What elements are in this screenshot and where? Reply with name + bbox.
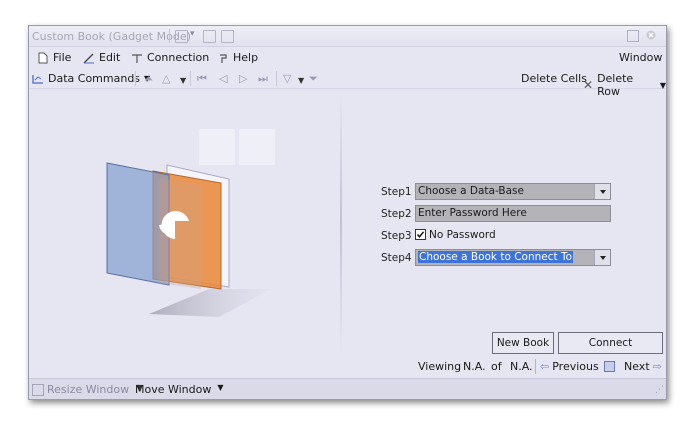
current-record: N.A. <box>463 360 486 373</box>
help-icon <box>220 53 227 63</box>
book-select[interactable]: Choose a Book to Connect To <box>415 249 611 266</box>
menu-window[interactable]: Window <box>619 51 662 64</box>
menu-file[interactable]: File <box>37 51 71 64</box>
book-illustration <box>106 162 271 317</box>
no-password-checkbox[interactable] <box>415 229 426 240</box>
chevron-down-icon: ▼ <box>659 80 666 90</box>
book-shadow <box>149 289 271 317</box>
toolbar-separator <box>276 71 277 86</box>
chevron-down-icon[interactable]: ▾ <box>190 29 195 39</box>
database-select-value: Choose a Data-Base <box>418 185 524 197</box>
maximize-icon[interactable] <box>627 30 639 42</box>
x-icon: ✕ <box>583 78 594 92</box>
arrow-right-icon: ⇨ <box>652 360 662 373</box>
next-button[interactable]: Next ⇨ <box>624 360 662 373</box>
database-select[interactable]: Choose a Data-Base <box>415 183 611 200</box>
copy-icon[interactable] <box>221 30 234 43</box>
pane-divider <box>340 89 342 355</box>
resize-window-button[interactable]: Resize Window ▼ <box>32 383 142 396</box>
skip-start-icon[interactable]: ⏮ <box>197 72 207 85</box>
connection-icon <box>132 53 142 63</box>
step4-label: Step4 <box>381 252 412 264</box>
previous-label: Previous <box>552 360 599 373</box>
menu-connection[interactable]: Connection <box>131 51 209 64</box>
step-forward-icon[interactable]: ▷ <box>239 72 247 85</box>
data-commands-label: Data Commands <box>48 72 141 85</box>
arrow-left-icon: ⇦ <box>540 360 550 373</box>
total-records: N.A. <box>510 360 533 373</box>
delete-row-button[interactable]: ✕ Delete Row ▼ <box>583 72 666 98</box>
resize-window-label: Resize Window <box>47 383 130 396</box>
window-title: Custom Book (Gadget Mode) <box>32 30 191 43</box>
chevron-down-icon: ▼ <box>217 383 224 392</box>
resize-icon <box>32 384 44 396</box>
toolbar-separator <box>190 71 191 86</box>
checkmark-icon <box>416 231 425 238</box>
menu-connection-label: Connection <box>147 51 210 64</box>
menu-edit[interactable]: Edit <box>83 51 120 64</box>
viewing-label: Viewing <box>418 360 462 373</box>
previous-button[interactable]: ⇦ Previous <box>540 360 599 373</box>
triangle-down-icon[interactable]: ▽ <box>283 72 291 85</box>
move-window-button[interactable]: Move Window ▼ <box>135 383 224 396</box>
delete-row-label: Delete Row <box>597 72 634 98</box>
record-navigation: Viewing N.A. of N.A. ⇦ Previous Next ⇨ <box>29 357 666 376</box>
close-icon[interactable] <box>646 30 656 40</box>
page-icon[interactable] <box>203 30 216 43</box>
menu-edit-label: Edit <box>99 51 121 64</box>
move-window-label: Move Window <box>135 383 212 396</box>
resize-grip-icon[interactable]: ⋰ <box>655 385 664 395</box>
new-book-button[interactable]: New Book <box>492 332 554 354</box>
skip-end-icon[interactable]: ⏭ <box>258 72 268 85</box>
pencil-icon <box>83 53 94 63</box>
password-field-placeholder: Enter Password Here <box>418 207 527 219</box>
step1-label: Step1 <box>381 186 412 198</box>
chevron-down-icon[interactable] <box>594 184 610 199</box>
nav-separator <box>535 359 536 374</box>
last-record-icon[interactable]: ⏷ <box>309 72 318 85</box>
next-label: Next <box>624 360 650 373</box>
layout-icon[interactable] <box>175 30 188 43</box>
connect-button[interactable]: Connect <box>558 332 663 354</box>
toolbar: Data Commands ▼ ⏶ △ ▼ ⏮ ◁ ▷ ⏭ ▽ ▼ ⏷ Dele… <box>29 69 666 98</box>
main-window: Custom Book (Gadget Mode) ▾ File Edit Co… <box>28 25 667 400</box>
menu-file-label: File <box>53 51 72 64</box>
step2-label: Step2 <box>381 208 412 220</box>
delete-cells-button[interactable]: Delete Cells <box>521 72 587 85</box>
illustration-pane <box>29 89 339 355</box>
title-bar: Custom Book (Gadget Mode) ▾ <box>29 26 666 47</box>
password-field[interactable]: Enter Password Here <box>415 205 611 222</box>
no-password-label: No Password <box>429 229 496 241</box>
first-record-icon[interactable]: ⏶ <box>144 72 153 85</box>
data-commands-dropdown[interactable]: Data Commands ▼ <box>32 72 150 85</box>
stop-icon[interactable] <box>604 361 615 372</box>
title-separator <box>169 29 170 43</box>
data-icon <box>32 74 43 84</box>
chevron-down-icon[interactable]: ▼ <box>180 74 186 87</box>
file-icon <box>38 52 48 63</box>
step-back-icon[interactable]: ◁ <box>219 72 227 85</box>
step3-label: Step3 <box>381 230 412 242</box>
of-label: of <box>491 360 502 373</box>
status-bar: Resize Window ▼ Move Window ▼ ⋰ <box>29 378 666 399</box>
menu-help-label: Help <box>233 51 259 64</box>
book-select-value: Choose a Book to Connect To <box>418 251 574 263</box>
triangle-up-icon[interactable]: △ <box>162 72 170 85</box>
chevron-down-icon[interactable]: ▼ <box>298 74 304 87</box>
toolbar-separator <box>135 71 136 86</box>
menu-bar: File Edit Connection Help Window <box>29 47 666 68</box>
chevron-down-icon[interactable] <box>594 250 610 265</box>
menu-help[interactable]: Help <box>217 51 258 64</box>
